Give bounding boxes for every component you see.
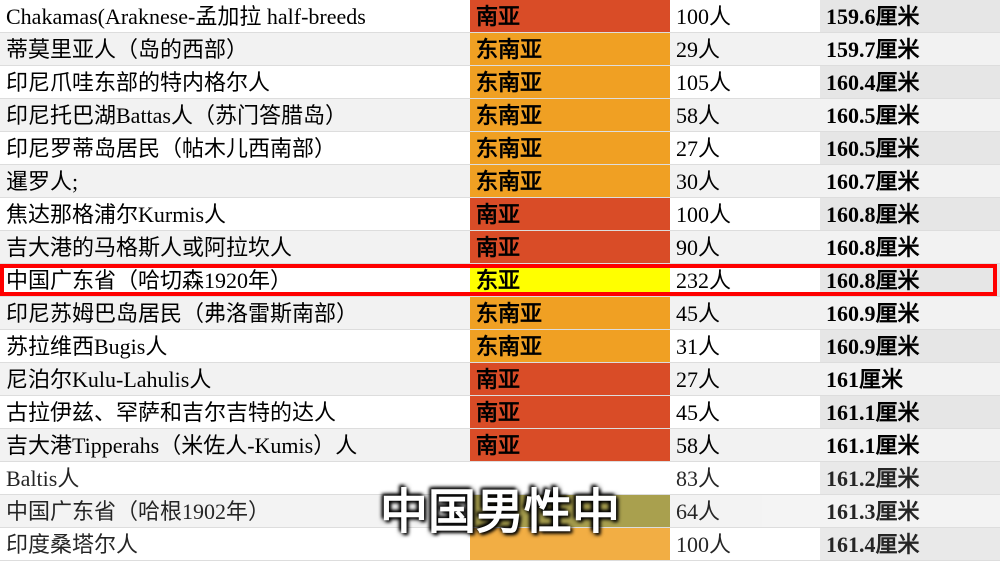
region-cell: 东南亚 [470,165,670,197]
population-name: 古拉伊兹、罕萨和吉尔吉特的达人 [0,396,470,428]
height-value: 159.6厘米 [820,0,1000,32]
table-row: Baltis人 83人161.2厘米 [0,462,1000,495]
sample-count: 45人 [670,396,820,428]
height-value: 161.3厘米 [820,495,1000,527]
population-name: 印尼托巴湖Battas人（苏门答腊岛） [0,99,470,131]
table-row: 中国广东省（哈根1902年） 64人161.3厘米 [0,495,1000,528]
region-cell: 南亚 [470,363,670,395]
population-name: 吉大港Tipperahs（米佐人-Kumis）人 [0,429,470,461]
table-row: 暹罗人;东南亚30人160.7厘米 [0,165,1000,198]
region-cell: 东南亚 [470,330,670,362]
region-cell: 东南亚 [470,297,670,329]
region-cell: 东亚 [470,264,670,296]
sample-count: 27人 [670,132,820,164]
sample-count: 58人 [670,429,820,461]
population-name: 尼泊尔Kulu-Lahulis人 [0,363,470,395]
height-value: 161厘米 [820,363,1000,395]
region-cell: 东南亚 [470,33,670,65]
sample-count: 100人 [670,528,820,560]
table-row: 中国广东省（哈切森1920年）东亚232人160.8厘米 [0,264,1000,297]
region-cell [470,462,670,494]
region-cell: 东南亚 [470,132,670,164]
population-name: 印尼苏姆巴岛居民（弗洛雷斯南部） [0,297,470,329]
height-value: 161.1厘米 [820,396,1000,428]
region-cell: 南亚 [470,396,670,428]
region-cell: 南亚 [470,198,670,230]
sample-count: 90人 [670,231,820,263]
sample-count: 232人 [670,264,820,296]
table-row: Chakamas(Araknese-孟加拉 half-breeds南亚100人1… [0,0,1000,33]
height-value: 160.5厘米 [820,99,1000,131]
sample-count: 58人 [670,99,820,131]
population-name: 焦达那格浦尔Kurmis人 [0,198,470,230]
population-name: 暹罗人; [0,165,470,197]
sample-count: 100人 [670,0,820,32]
sample-count: 64人 [670,495,820,527]
region-cell [470,528,670,560]
sample-count: 83人 [670,462,820,494]
population-name: 蒂莫里亚人（岛的西部） [0,33,470,65]
height-value: 160.9厘米 [820,297,1000,329]
height-value: 161.4厘米 [820,528,1000,560]
height-value: 160.4厘米 [820,66,1000,98]
height-value: 160.7厘米 [820,165,1000,197]
height-value: 160.8厘米 [820,231,1000,263]
table-row: 焦达那格浦尔Kurmis人南亚100人160.8厘米 [0,198,1000,231]
table-row: 印尼罗蒂岛居民（帖木儿西南部）东南亚27人160.5厘米 [0,132,1000,165]
sample-count: 31人 [670,330,820,362]
height-value: 161.1厘米 [820,429,1000,461]
sample-count: 29人 [670,33,820,65]
population-name: 吉大港的马格斯人或阿拉坎人 [0,231,470,263]
height-value: 160.5厘米 [820,132,1000,164]
population-name: 中国广东省（哈切森1920年） [0,264,470,296]
table-row: 印度桑塔尔人 100人161.4厘米 [0,528,1000,561]
height-value: 160.8厘米 [820,198,1000,230]
population-name: 苏拉维西Bugis人 [0,330,470,362]
height-data-table: Chakamas(Araknese-孟加拉 half-breeds南亚100人1… [0,0,1000,561]
region-cell [470,495,670,527]
height-value: 161.2厘米 [820,462,1000,494]
sample-count: 45人 [670,297,820,329]
table-row: 印尼爪哇东部的特内格尔人东南亚105人160.4厘米 [0,66,1000,99]
sample-count: 30人 [670,165,820,197]
region-cell: 南亚 [470,0,670,32]
region-cell: 东南亚 [470,66,670,98]
sample-count: 27人 [670,363,820,395]
height-value: 159.7厘米 [820,33,1000,65]
table-row: 古拉伊兹、罕萨和吉尔吉特的达人南亚45人161.1厘米 [0,396,1000,429]
table-row: 印尼苏姆巴岛居民（弗洛雷斯南部）东南亚45人160.9厘米 [0,297,1000,330]
population-name: Chakamas(Araknese-孟加拉 half-breeds [0,0,470,32]
population-name: 印度桑塔尔人 [0,528,470,560]
height-value: 160.8厘米 [820,264,1000,296]
table-row: 印尼托巴湖Battas人（苏门答腊岛）东南亚58人160.5厘米 [0,99,1000,132]
region-cell: 东南亚 [470,99,670,131]
region-cell: 南亚 [470,231,670,263]
table-row: 蒂莫里亚人（岛的西部）东南亚29人159.7厘米 [0,33,1000,66]
table-row: 苏拉维西Bugis人东南亚31人160.9厘米 [0,330,1000,363]
table-row: 吉大港Tipperahs（米佐人-Kumis）人南亚58人161.1厘米 [0,429,1000,462]
population-name: Baltis人 [0,462,470,494]
table-row: 吉大港的马格斯人或阿拉坎人南亚90人160.8厘米 [0,231,1000,264]
sample-count: 105人 [670,66,820,98]
height-value: 160.9厘米 [820,330,1000,362]
population-name: 印尼罗蒂岛居民（帖木儿西南部） [0,132,470,164]
region-cell: 南亚 [470,429,670,461]
sample-count: 100人 [670,198,820,230]
population-name: 印尼爪哇东部的特内格尔人 [0,66,470,98]
population-name: 中国广东省（哈根1902年） [0,495,470,527]
table-row: 尼泊尔Kulu-Lahulis人南亚27人161厘米 [0,363,1000,396]
